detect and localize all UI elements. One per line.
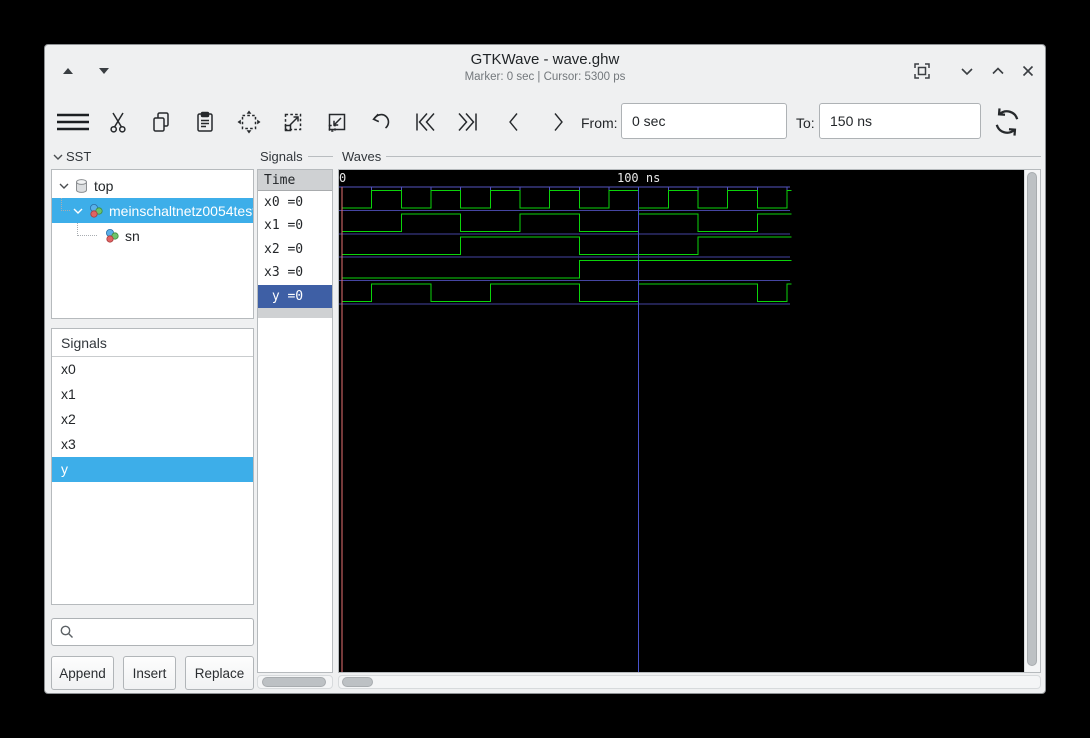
tree-item-label: meinschaltnetz0054testb: [109, 202, 253, 219]
copy-icon[interactable]: [149, 110, 173, 134]
chevron-down-icon[interactable]: [72, 206, 84, 216]
insert-button[interactable]: Insert: [123, 656, 176, 690]
zoom-out-icon[interactable]: [325, 110, 349, 134]
undo-icon[interactable]: [369, 110, 393, 134]
waves-vscrollbar-thumb[interactable]: [1027, 172, 1037, 666]
facilities-header: Signals: [52, 329, 253, 357]
facilities-panel: Signals x0 x1 x2 x3 y: [51, 328, 254, 605]
from-input[interactable]: [621, 103, 787, 139]
waves-panel: 0 100 ns: [338, 169, 1041, 673]
waves-panel-legend: Waves: [342, 149, 1041, 164]
module-cylinder-icon: [76, 178, 87, 193]
facility-x1[interactable]: x1: [52, 382, 253, 407]
waves-panel-legend-label: Waves: [342, 149, 382, 164]
search-box: [51, 618, 254, 646]
sst-label: SST: [66, 149, 92, 164]
facility-x3[interactable]: x3: [52, 432, 253, 457]
signal-name-y[interactable]: y =0: [258, 284, 332, 308]
svg-text:100 ns: 100 ns: [617, 171, 660, 185]
zoom-fit-icon[interactable]: [237, 110, 261, 134]
signal-name-x0[interactable]: x0 =0: [258, 191, 332, 214]
to-label: To:: [796, 115, 815, 131]
names-hscrollbar[interactable]: [257, 675, 333, 689]
sst-tree: top meinschaltnetz0054testb sn: [51, 169, 254, 319]
menu-icon[interactable]: [57, 113, 89, 131]
replace-button[interactable]: Replace: [185, 656, 254, 690]
svg-text:0: 0: [339, 171, 346, 185]
gtkwave-window: GTKWave - wave.ghw Marker: 0 sec | Curso…: [44, 44, 1046, 694]
names-panel-legend: Signals: [260, 149, 333, 164]
time-header: Time: [258, 170, 332, 191]
tree-item-label: sn: [125, 227, 140, 244]
toolbar: From: To:: [45, 45, 1045, 149]
signal-name-x1[interactable]: x1 =0: [258, 214, 332, 237]
facility-y[interactable]: y: [52, 457, 253, 482]
signal-name-x2[interactable]: x2 =0: [258, 238, 332, 261]
previous-edge-icon[interactable]: [502, 110, 526, 134]
waves-hscrollbar-thumb[interactable]: [342, 677, 373, 687]
names-filler: [258, 307, 332, 318]
tree-connector: [77, 223, 97, 236]
zoom-in-icon[interactable]: [281, 110, 305, 134]
waves-vscrollbar[interactable]: [1024, 170, 1040, 672]
cut-icon[interactable]: [106, 110, 130, 134]
names-panel-legend-label: Signals: [260, 149, 303, 164]
names-hscrollbar-thumb[interactable]: [262, 677, 326, 687]
sst-expander[interactable]: SST: [52, 149, 91, 164]
paste-icon[interactable]: [193, 110, 217, 134]
chevron-down-icon[interactable]: [58, 181, 70, 191]
tree-item-label: top: [94, 177, 114, 194]
tree-connector: [61, 198, 70, 211]
to-input[interactable]: [819, 103, 981, 139]
signal-name-x3[interactable]: x3 =0: [258, 261, 332, 284]
from-label: From:: [581, 115, 618, 131]
hierarchy-spheres-icon: [90, 203, 103, 218]
tree-item-sn[interactable]: sn: [52, 223, 253, 248]
tree-item-testbench[interactable]: meinschaltnetz0054testb: [52, 198, 253, 223]
facility-x0[interactable]: x0: [52, 357, 253, 382]
tree-item-top[interactable]: top: [52, 173, 253, 198]
skip-to-start-icon[interactable]: [413, 110, 437, 134]
reload-icon[interactable]: [990, 105, 1024, 139]
waves-hscrollbar[interactable]: [338, 675, 1041, 689]
search-input[interactable]: [51, 618, 254, 646]
next-edge-icon[interactable]: [546, 110, 570, 134]
chevron-down-icon: [53, 154, 63, 160]
facility-x2[interactable]: x2: [52, 407, 253, 432]
append-button[interactable]: Append: [51, 656, 114, 690]
skip-to-end-icon[interactable]: [456, 110, 480, 134]
names-panel: Time x0 =0 x1 =0 x2 =0 x3 =0 y =0: [257, 169, 333, 673]
hierarchy-spheres-icon: [106, 228, 119, 243]
wave-canvas[interactable]: 0 100 ns: [339, 170, 1024, 672]
